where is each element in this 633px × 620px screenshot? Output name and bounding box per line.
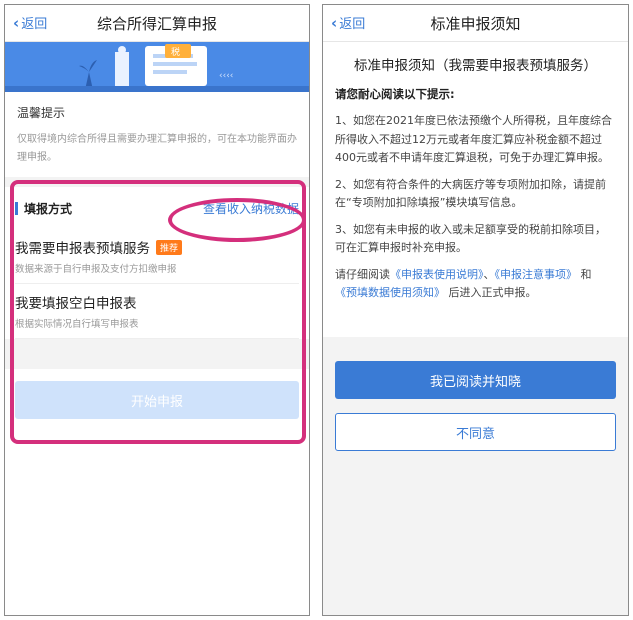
filing-method-label: 填报方式 — [24, 201, 73, 216]
recommend-badge: 推荐 — [156, 239, 183, 255]
notice-read-instructions: 请仔细阅读《申报表使用说明》、《申报注意事项》 和 《预填数据使用须知》 后进入… — [323, 262, 628, 307]
start-filing-button[interactable]: 开始申报 — [15, 381, 299, 419]
read-and: 和 — [580, 267, 592, 281]
filing-method-header: 填报方式 查看收入纳税数据 — [15, 187, 299, 229]
filing-method-section: 填报方式 查看收入纳税数据 我需要申报表预填服务 推荐 数据来源于自行申报及支付… — [5, 187, 309, 339]
warm-tips: 温馨提示 仅取得境内综合所得且需要办理汇算申报的，可在本功能界面办理申报。 — [5, 92, 309, 177]
read-suffix: 后进入正式申报。 — [448, 286, 537, 299]
section-divider — [5, 177, 309, 187]
read-prefix: 请仔细阅读 — [335, 267, 390, 281]
right-screen: ‹ 返回 标准申报须知 标准申报须知（我需要申报表预填服务） 请您耐心阅读以下提… — [322, 4, 629, 616]
read-separator: 、 — [483, 267, 495, 281]
option-blank-title-row: 我要填报空白申报表 — [15, 292, 299, 312]
back-label: 返回 — [339, 17, 366, 32]
banner-illustration: 税 ‹‹‹‹ — [5, 42, 309, 92]
option-prefill-title: 我需要申报表预填服务 — [15, 241, 150, 257]
left-nav-bar: ‹ 返回 综合所得汇算申报 — [5, 5, 309, 42]
accent-bar — [15, 201, 18, 215]
right-nav-bar: ‹ 返回 标准申报须知 — [323, 5, 628, 42]
filing-method-label-wrap: 填报方式 — [15, 200, 72, 217]
back-label: 返回 — [21, 17, 48, 32]
filing-notes-link[interactable]: 《申报注意事项》 — [495, 268, 578, 281]
tips-heading: 温馨提示 — [17, 106, 66, 120]
svg-text:‹‹‹‹: ‹‹‹‹ — [219, 71, 233, 81]
prefill-data-notice-link[interactable]: 《预填数据使用须知》 — [335, 286, 445, 299]
back-button[interactable]: ‹ 返回 — [13, 13, 48, 33]
view-income-tax-data-link[interactable]: 查看收入纳税数据 — [203, 200, 299, 217]
page-title: 标准申报须知 — [430, 14, 521, 33]
back-button[interactable]: ‹ 返回 — [331, 13, 366, 33]
option-prefill-subtitle: 数据来源于自行申报及支付方扣缴申报 — [15, 264, 177, 275]
spacer-area — [5, 339, 309, 369]
notice-subtitle: 请您耐心阅读以下提示: — [335, 87, 455, 101]
notice-title: 标准申报须知（我需要申报表预填服务） — [354, 58, 597, 74]
usage-instructions-link[interactable]: 《申报表使用说明》 — [390, 268, 484, 281]
chevron-left-icon: ‹ — [13, 13, 20, 32]
option-blank-form[interactable]: 我要填报空白申报表 根据实际情况自行填写申报表 — [15, 284, 299, 339]
option-prefill-service[interactable]: 我需要申报表预填服务 推荐 数据来源于自行申报及支付方扣缴申报 — [15, 229, 299, 284]
agree-button[interactable]: 我已阅读并知晓 — [335, 361, 616, 399]
chevron-left-icon: ‹ — [331, 13, 338, 32]
notice-paragraph-1: 1、如您在2021年度已依法预缴个人所得税，且年度综合所得收入不超过12万元或者… — [335, 114, 612, 164]
option-blank-subtitle: 根据实际情况自行填写申报表 — [15, 319, 139, 330]
tips-text: 仅取得境内综合所得且需要办理汇算申报的，可在本功能界面办理申报。 — [17, 134, 297, 163]
left-screen: ‹ 返回 综合所得汇算申报 税 ‹‹‹‹ 温馨提示 仅取得境内综合所得且需要办理… — [4, 4, 310, 616]
notice-paragraph-3: 3、如您有未申报的收入或未足额享受的税前扣除项目，可在汇算申报时补充申报。 — [335, 222, 606, 255]
option-prefill-title-row: 我需要申报表预填服务 推荐 — [15, 237, 299, 257]
disagree-button[interactable]: 不同意 — [335, 413, 616, 451]
notice-paragraph-2: 2、如您有符合条件的大病医疗等专项附加扣除，请提前在“专项附加扣除填报”模块填写… — [335, 177, 606, 210]
svg-text:税: 税 — [171, 46, 180, 58]
page-title: 综合所得汇算申报 — [96, 14, 217, 33]
option-blank-title: 我要填报空白申报表 — [15, 296, 137, 312]
tax-illustration-icon: 税 ‹‹‹‹ — [5, 42, 309, 92]
